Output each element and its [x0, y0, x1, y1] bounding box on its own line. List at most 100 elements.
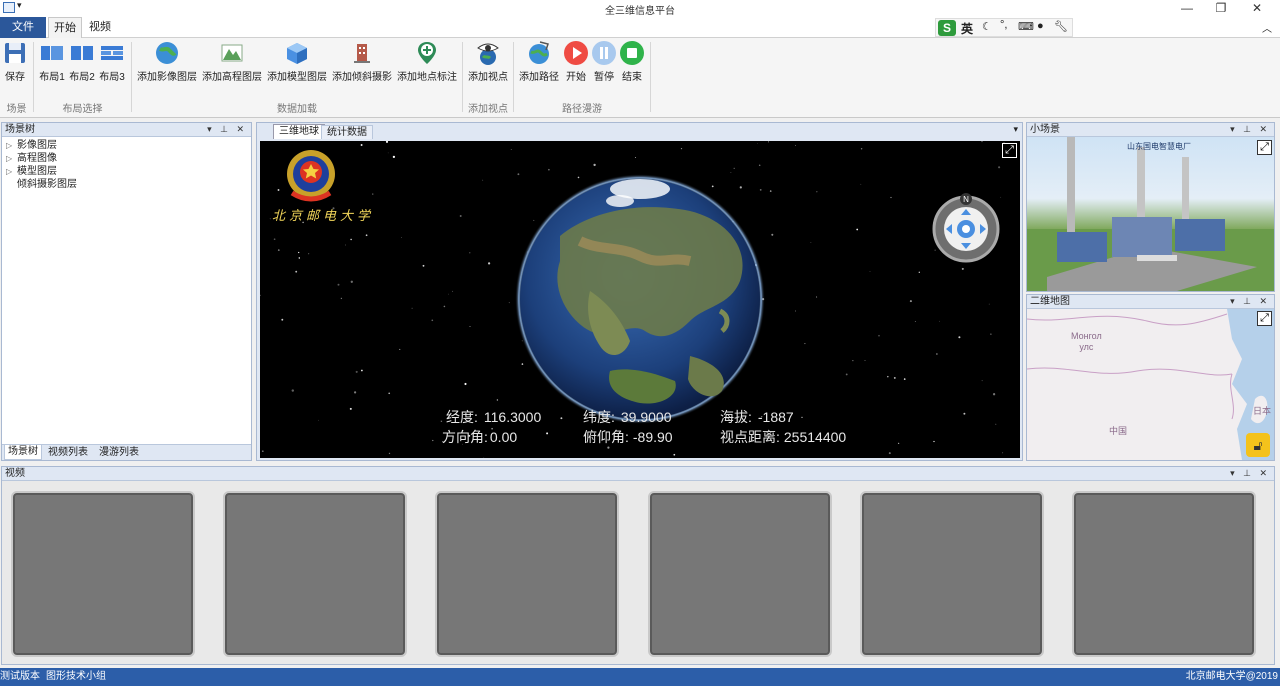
wrench-icon[interactable]: 🔧︎: [1054, 20, 1068, 33]
star: [349, 407, 352, 410]
star: [992, 393, 996, 396]
video-slot-4[interactable]: [648, 491, 832, 657]
pitch-value: -89.90: [632, 429, 673, 445]
ribbon-tab-row: 文件 开始 视频 S 英 ☾ °, ⌨ ● 🔧︎ ︿: [0, 17, 1280, 39]
fullscreen-icon[interactable]: ⤢: [1257, 140, 1272, 155]
layout3-button[interactable]: 布局3: [98, 40, 126, 90]
star: [730, 172, 732, 173]
expand-icon[interactable]: ▷: [6, 139, 17, 152]
map2d-header: 二维地图 ▾ ⊥ ✕: [1027, 295, 1274, 309]
start-button[interactable]: 开始: [562, 40, 590, 90]
mini-scene-title: 小场景: [1030, 124, 1060, 135]
video-slot-1[interactable]: [11, 491, 195, 657]
expand-icon[interactable]: ▷: [6, 165, 17, 178]
star: [897, 442, 900, 445]
globe-viewport[interactable]: N 北京邮电大学 ⤢ 经度: 116.3000 纬度: 39.9000 海拔: -18…: [260, 141, 1020, 458]
video-slot-3[interactable]: [435, 491, 619, 657]
panel-controls[interactable]: ▾ ⊥ ✕: [207, 123, 247, 136]
star: [291, 389, 294, 392]
lock-icon[interactable]: 🔓︎: [1246, 433, 1270, 457]
video-slot-5[interactable]: [860, 491, 1044, 657]
fullscreen-icon[interactable]: ⤢: [1257, 311, 1272, 326]
end-button[interactable]: 结束: [618, 40, 646, 90]
add-viewpoint-button[interactable]: 添加视点: [467, 40, 509, 90]
star: [260, 294, 261, 297]
add-elevation-layer-label: 添加高程图层: [202, 72, 262, 83]
latitude-label: 纬度:: [583, 409, 615, 425]
punctuation-icon[interactable]: °,: [1000, 19, 1007, 31]
star: [483, 457, 485, 458]
star: [510, 149, 512, 151]
close-button[interactable]: ✕: [1242, 0, 1272, 17]
building-icon: [354, 44, 370, 63]
add-placemark-button[interactable]: 添加地点标注: [396, 40, 458, 90]
pause-button[interactable]: 暂停: [590, 40, 618, 90]
star: [864, 360, 866, 361]
view-distance-label: 视点距离:: [720, 429, 780, 445]
maximize-button[interactable]: ❐: [1206, 0, 1236, 17]
moon-icon[interactable]: ☾: [982, 20, 992, 33]
sogou-s-icon[interactable]: S: [938, 20, 956, 36]
expand-icon[interactable]: ▷: [6, 152, 17, 165]
tree-item-image-layer[interactable]: ▷ 影像图层: [2, 139, 251, 152]
star: [856, 228, 859, 231]
star: [298, 251, 300, 254]
star: [308, 253, 310, 255]
tab-statistics[interactable]: 统计数据: [321, 125, 373, 139]
add-oblique-button[interactable]: 添加倾斜摄影: [331, 40, 393, 90]
star: [893, 376, 896, 379]
ribbon-collapse-icon[interactable]: ︿: [1262, 20, 1272, 35]
police-emblem-logo: [282, 147, 340, 203]
save-button[interactable]: 保存: [2, 40, 28, 90]
compass[interactable]: N: [932, 193, 1000, 263]
tab-home[interactable]: 开始: [48, 17, 82, 39]
latitude-value: 39.9000: [620, 409, 672, 425]
layout2-button[interactable]: 布局2: [68, 40, 96, 90]
star: [261, 450, 264, 453]
scene-tree-title: 场景树: [5, 124, 35, 135]
tree-item-label: 高程图像: [17, 153, 57, 164]
layout1-button[interactable]: 布局1: [38, 40, 66, 90]
add-elevation-layer-button[interactable]: 添加高程图层: [201, 40, 263, 90]
map2d-view[interactable]: Монгол улс 中国 日本 ⤢ 🔓︎: [1027, 309, 1274, 460]
earth-globe: [515, 174, 765, 424]
tab-3d-globe[interactable]: 三维地球: [273, 124, 325, 139]
user-icon[interactable]: ●: [1037, 20, 1044, 32]
keyboard-icon[interactable]: ⌨: [1018, 20, 1034, 33]
panel-controls[interactable]: ▾ ⊥ ✕: [1230, 295, 1270, 308]
tab-video-list[interactable]: 视频列表: [48, 446, 88, 460]
star: [801, 416, 803, 419]
fullscreen-icon[interactable]: ⤢: [1002, 143, 1017, 158]
tab-scene-tree[interactable]: 场景树: [4, 445, 42, 460]
tab-menu-icon[interactable]: ▾: [1013, 124, 1018, 135]
layout1-icon: [41, 46, 63, 60]
star: [794, 145, 796, 147]
star: [464, 382, 467, 386]
tree-item-oblique-layer[interactable]: 倾斜摄影图层: [2, 178, 251, 191]
add-image-layer-button[interactable]: 添加影像图层: [136, 40, 198, 90]
ime-toolbar: S 英 ☾ °, ⌨ ● 🔧︎: [935, 18, 1073, 37]
panel-controls[interactable]: ▾ ⊥ ✕: [1230, 123, 1270, 136]
play-icon: [564, 41, 588, 65]
tab-roam-list[interactable]: 漫游列表: [99, 446, 139, 460]
add-model-layer-button[interactable]: 添加模型图层: [266, 40, 328, 90]
add-path-button[interactable]: 添加路径: [518, 40, 560, 90]
star: [768, 141, 770, 143]
star: [990, 333, 992, 335]
video-slot-6[interactable]: [1072, 491, 1256, 657]
star: [277, 189, 280, 191]
tab-file[interactable]: 文件: [0, 17, 46, 38]
ime-lang-label[interactable]: 英: [961, 20, 973, 37]
tree-item-elevation[interactable]: ▷ 高程图像: [2, 152, 251, 165]
panel-controls[interactable]: ▾ ⊥ ✕: [1230, 467, 1270, 480]
end-label: 结束: [622, 72, 642, 83]
tab-video[interactable]: 视频: [84, 17, 116, 38]
star: [295, 270, 298, 273]
power-plant-3d-view[interactable]: 山东国电智慧电厂 ⤢: [1027, 137, 1274, 291]
tree-item-model-layer[interactable]: ▷ 模型图层: [2, 165, 251, 178]
video-title: 视频: [5, 468, 25, 479]
video-slot-2[interactable]: [223, 491, 407, 657]
map-label-japan: 日本: [1253, 406, 1272, 416]
minimize-button[interactable]: —: [1172, 0, 1202, 17]
layout1-label: 布局1: [39, 72, 65, 83]
